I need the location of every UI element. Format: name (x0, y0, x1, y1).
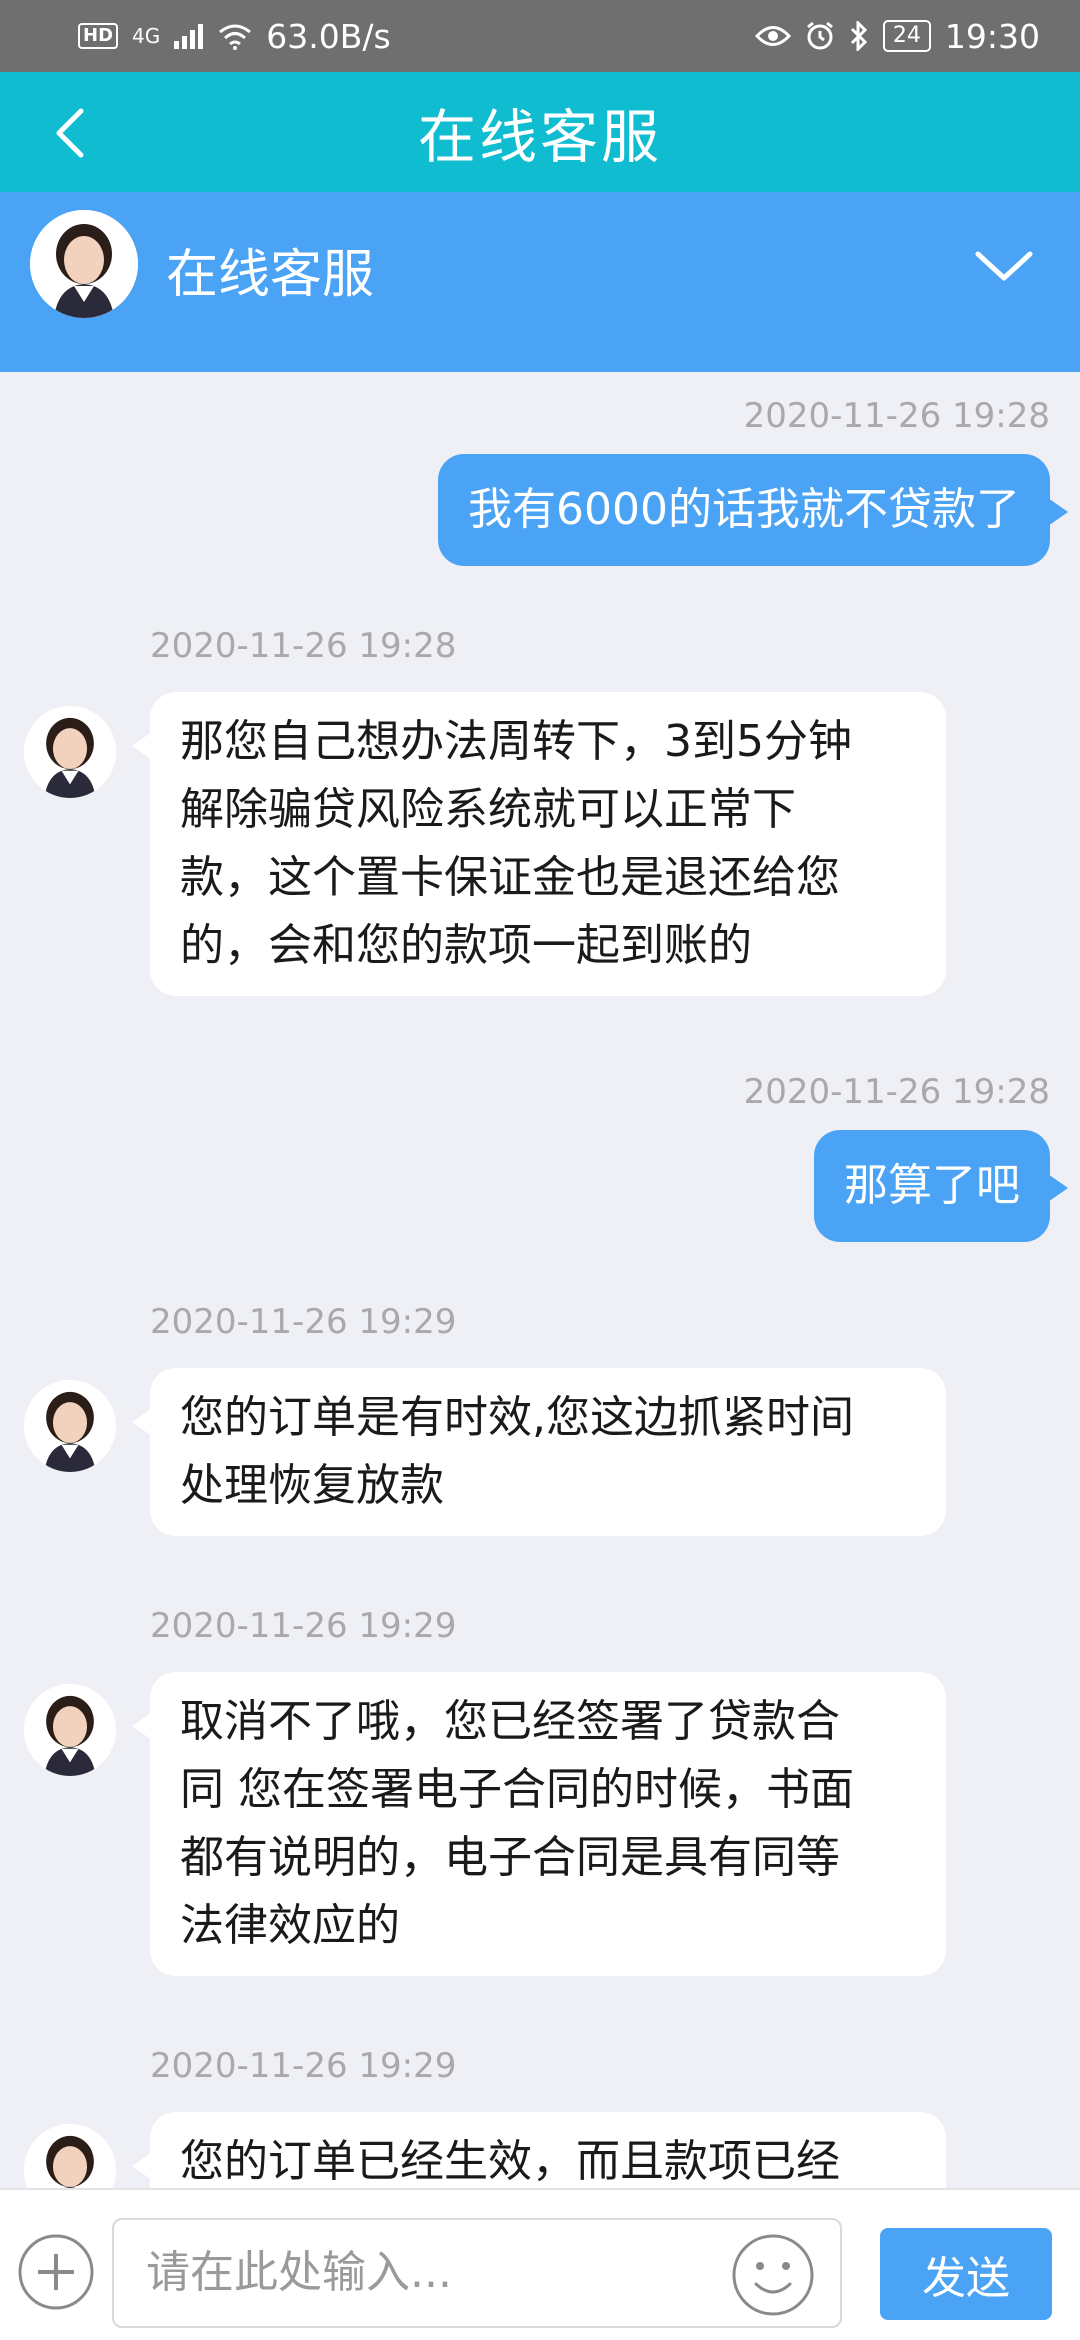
message-line: 同 您在签署电子合同的时候，书面 (180, 1764, 854, 1815)
alarm-icon (806, 21, 833, 50)
agent-avatar (24, 1684, 116, 1776)
collapse-button[interactable] (964, 236, 1044, 296)
message-timestamp: 2020-11-26 19:28 (743, 396, 1050, 436)
agent-avatar (24, 706, 116, 798)
message-line: 那您自己想办法周转下，3到5分钟 (180, 716, 852, 767)
agent-avatar (30, 210, 138, 318)
emoji-button[interactable] (730, 2232, 816, 2318)
clock: 19:30 (944, 16, 1040, 56)
message-line: 都有说明的，电子合同是具有同等 (180, 1832, 840, 1883)
message-line: 取消不了哦，您已经签署了贷款合 (180, 1696, 840, 1747)
back-button[interactable] (36, 98, 106, 168)
message-line: 法律效应的 (180, 1900, 400, 1951)
outgoing-message[interactable]: 那算了吧 (814, 1130, 1068, 1242)
chevron-left-icon (56, 108, 84, 158)
net-speed: 63.0B/s (266, 16, 391, 56)
add-attachment-button[interactable] (16, 2232, 96, 2312)
agent-name: 在线客服 (166, 245, 375, 305)
bluetooth-icon (850, 21, 868, 51)
eye-icon (754, 26, 791, 46)
message-timestamp: 2020-11-26 19:29 (150, 1302, 457, 1342)
plus-icon (18, 2234, 94, 2310)
status-bar: HD 4G 63.0B/s 24 19:30 (0, 0, 1080, 72)
signal-label: 4G (132, 24, 161, 48)
message-line: 的，会和您的款项一起到账的 (180, 920, 752, 971)
incoming-message[interactable]: 取消不了哦，您已经签署了贷款合 同 您在签署电子合同的时候，书面 都有说明的，电… (132, 1672, 946, 1976)
message-timestamp: 2020-11-26 19:28 (743, 1072, 1050, 1112)
chat-area[interactable]: 2020-11-26 19:28 我有6000的话我就不贷款了 2020-11-… (0, 372, 1080, 2190)
message-timestamp: 2020-11-26 19:28 (150, 626, 457, 666)
message-timestamp: 2020-11-26 19:29 (150, 1606, 457, 1646)
incoming-message[interactable]: 您的订单是有时效,您这边抓紧时间 处理恢复放款 (132, 1368, 946, 1536)
agent-avatar (24, 1380, 116, 1472)
wifi-icon (219, 24, 252, 50)
message-line: 款，这个置卡保证金也是退还给您 (180, 852, 840, 903)
message-timestamp: 2020-11-26 19:29 (150, 2046, 457, 2086)
message-line: 您的订单是有时效,您这边抓紧时间 (180, 1392, 854, 1443)
message-line: 您的订单已经生效，而且款项已经 (180, 2136, 840, 2187)
send-button[interactable]: 发送 (880, 2228, 1052, 2320)
message-input[interactable] (114, 2220, 734, 2324)
hd-badge: HD (78, 23, 119, 49)
input-bar: 发送 (0, 2188, 1080, 2340)
signal-icon (174, 24, 204, 49)
chevron-down-icon (975, 251, 1033, 281)
title-bar: 在线客服 (0, 72, 1080, 192)
agent-header: 在线客服 (0, 192, 1080, 372)
status-bar-left: HD 4G 63.0B/s (78, 17, 391, 56)
outgoing-message[interactable]: 我有6000的话我就不贷款了 (438, 454, 1068, 566)
status-bar-right: 24 19:30 (754, 16, 1040, 56)
battery-icon: 24 (882, 20, 931, 52)
message-line: 处理恢复放款 (180, 1460, 444, 1511)
agent-avatar (24, 2124, 116, 2190)
message-line: 解除骗贷风险系统就可以正常下 (180, 784, 796, 835)
incoming-message[interactable]: 您的订单已经生效，而且款项已经 (132, 2112, 946, 2190)
page-title: 在线客服 (417, 103, 662, 171)
smiley-icon (732, 2234, 814, 2316)
incoming-message[interactable]: 那您自己想办法周转下，3到5分钟 解除骗贷风险系统就可以正常下 款，这个置卡保证… (132, 692, 946, 996)
